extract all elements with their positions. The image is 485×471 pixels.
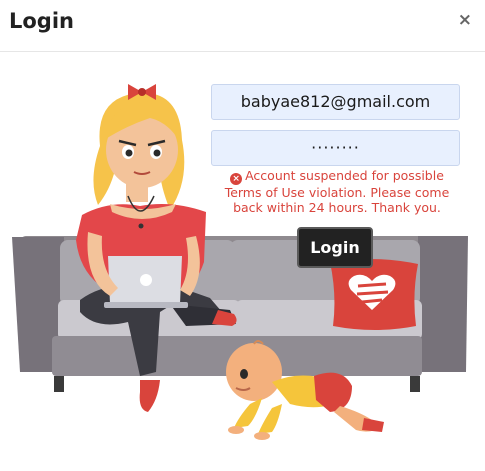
error-message: × Account suspended for possible Terms of… [214,168,460,215]
login-button[interactable]: Login [297,227,373,268]
modal-header: Login × [0,0,485,52]
error-icon: × [230,173,243,185]
heart-pillow [330,258,418,330]
close-icon[interactable]: × [458,10,472,30]
error-text: Account suspended for possible Terms of … [224,168,450,215]
login-modal: Login × babyae812@gmail.com ········ × A… [0,0,485,471]
email-field[interactable]: babyae812@gmail.com [211,84,460,120]
sofa-arm-right [418,236,468,372]
modal-title: Login [9,9,74,33]
password-field[interactable]: ········ [211,130,460,166]
